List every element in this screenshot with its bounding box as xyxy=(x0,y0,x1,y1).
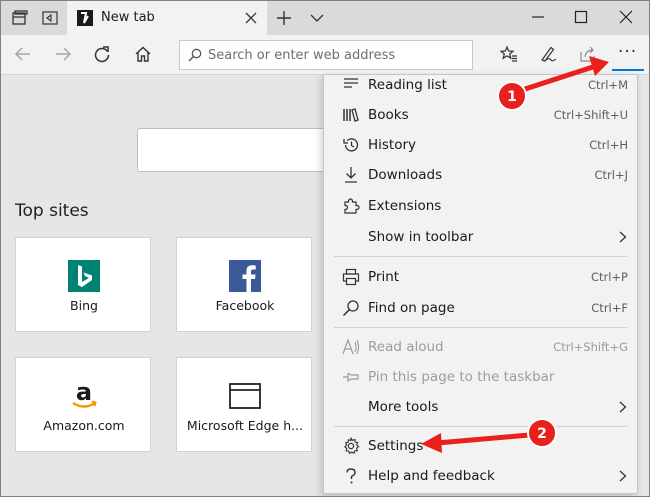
top-site-tile-facebook[interactable]: Facebook xyxy=(176,237,312,332)
menu-item-help-feedback[interactable]: Help and feedback xyxy=(324,461,637,491)
active-indicator xyxy=(612,69,644,71)
address-bar[interactable] xyxy=(179,40,473,70)
books-icon xyxy=(343,108,359,122)
tile-label: Amazon.com xyxy=(43,418,125,433)
help-icon xyxy=(346,468,356,484)
browser-window-icon xyxy=(229,383,261,409)
menu-item-label: Print xyxy=(368,269,400,285)
menu-item-show-in-toolbar[interactable]: Show in toolbar xyxy=(324,222,637,252)
svg-text:a: a xyxy=(76,380,92,406)
address-input[interactable] xyxy=(208,45,466,65)
tile-label: Microsoft Edge h... xyxy=(186,418,304,433)
menu-scrollbar[interactable] xyxy=(637,195,638,430)
favorites-star-icon[interactable] xyxy=(500,45,518,63)
tab-new-tab[interactable]: New tab xyxy=(67,1,267,35)
menu-item-shortcut: Ctrl+P xyxy=(590,270,628,284)
top-site-tile-bing[interactable]: Bing xyxy=(15,237,151,332)
search-icon xyxy=(342,300,359,317)
print-icon xyxy=(342,268,360,286)
history-icon xyxy=(343,138,359,152)
reading-list-icon xyxy=(344,78,358,88)
menu-item-settings[interactable]: Settings xyxy=(324,431,637,461)
menu-item-label: History xyxy=(368,137,417,153)
read-aloud-icon xyxy=(342,338,360,355)
close-tab-icon[interactable] xyxy=(245,12,257,24)
gear-icon xyxy=(343,437,360,455)
browser-window: New tab Search or enter web address ··· … xyxy=(0,0,650,497)
navigation-bar: ··· xyxy=(1,35,649,75)
menu-item-label: Downloads xyxy=(368,167,443,183)
menu-item-shortcut: Ctrl+Shift+U xyxy=(553,108,628,122)
home-icon[interactable] xyxy=(134,45,152,63)
menu-item-downloads[interactable]: Downloads Ctrl+J xyxy=(324,160,637,190)
menu-item-shortcut: Ctrl+J xyxy=(594,168,629,182)
new-tab-plus-icon[interactable] xyxy=(277,11,291,25)
share-icon[interactable] xyxy=(579,45,597,63)
menu-item-label: Books xyxy=(368,107,409,123)
page-search-box[interactable] xyxy=(137,128,337,172)
menu-item-label: Extensions xyxy=(368,198,442,214)
menu-separator xyxy=(334,256,627,257)
menu-item-reading-list[interactable]: Reading list Ctrl+M xyxy=(324,75,637,100)
close-window-icon[interactable] xyxy=(619,10,633,24)
menu-item-label: Pin this page to the taskbar xyxy=(368,369,555,385)
more-options-menu: Reading list Ctrl+M Books Ctrl+Shift+U H… xyxy=(323,74,638,494)
minimize-icon[interactable] xyxy=(531,10,545,24)
top-site-tile-edge-help[interactable]: Microsoft Edge h... xyxy=(176,357,312,452)
menu-item-shortcut: Ctrl+H xyxy=(589,138,628,152)
menu-item-label: Reading list xyxy=(368,77,447,93)
tile-label: Bing xyxy=(70,298,98,313)
pin-icon xyxy=(343,372,359,383)
menu-item-shortcut: Ctrl+Shift+G xyxy=(553,340,628,354)
pen-notes-icon[interactable] xyxy=(539,45,557,63)
menu-item-print[interactable]: Print Ctrl+P xyxy=(324,262,637,292)
maximize-icon[interactable] xyxy=(574,10,588,24)
forward-arrow-icon[interactable] xyxy=(54,45,72,63)
menu-item-label: Read aloud xyxy=(368,339,444,355)
menu-item-history[interactable]: History Ctrl+H xyxy=(324,130,637,160)
menu-item-pin-to-taskbar[interactable]: Pin this page to the taskbar xyxy=(324,362,637,392)
menu-separator xyxy=(334,426,627,427)
top-site-tile-amazon[interactable]: a Amazon.com xyxy=(15,357,151,452)
back-arrow-icon[interactable] xyxy=(14,45,32,63)
menu-item-label: More tools xyxy=(368,399,439,415)
search-icon xyxy=(188,48,202,62)
chevron-right-icon xyxy=(619,401,627,413)
more-dots-icon: ··· xyxy=(618,42,638,62)
menu-item-label: Help and feedback xyxy=(368,468,495,484)
chevron-right-icon xyxy=(619,470,627,482)
tab-manager-icon[interactable] xyxy=(11,9,29,27)
title-bar: New tab xyxy=(1,1,649,35)
edge-logo-icon xyxy=(77,10,93,26)
amazon-logo-icon: a xyxy=(72,380,97,408)
menu-item-shortcut: Ctrl+F xyxy=(591,301,628,315)
tab-title: New tab xyxy=(101,10,155,25)
menu-item-extensions[interactable]: Extensions xyxy=(324,191,637,221)
extensions-icon xyxy=(344,198,360,214)
bing-logo-icon xyxy=(68,260,100,292)
set-tabs-aside-icon[interactable] xyxy=(41,9,59,27)
menu-item-read-aloud[interactable]: Read aloud Ctrl+Shift+G xyxy=(324,332,637,362)
menu-item-more-tools[interactable]: More tools xyxy=(324,392,637,422)
more-options-button[interactable]: ··· xyxy=(612,39,644,71)
menu-item-find-on-page[interactable]: Find on page Ctrl+F xyxy=(324,293,637,323)
menu-item-books[interactable]: Books Ctrl+Shift+U xyxy=(324,100,637,130)
chevron-down-icon[interactable] xyxy=(310,13,324,23)
menu-item-label: Show in toolbar xyxy=(368,229,474,245)
menu-item-label: Find on page xyxy=(368,300,455,316)
refresh-icon[interactable] xyxy=(93,45,111,63)
chevron-right-icon xyxy=(619,231,627,243)
facebook-logo-icon xyxy=(229,260,261,292)
menu-item-label: Settings xyxy=(368,438,424,454)
menu-separator xyxy=(334,327,627,328)
menu-item-shortcut: Ctrl+M xyxy=(587,78,628,92)
top-sites-heading: Top sites xyxy=(15,201,89,221)
tile-label: Facebook xyxy=(215,298,275,313)
download-icon xyxy=(345,167,357,183)
